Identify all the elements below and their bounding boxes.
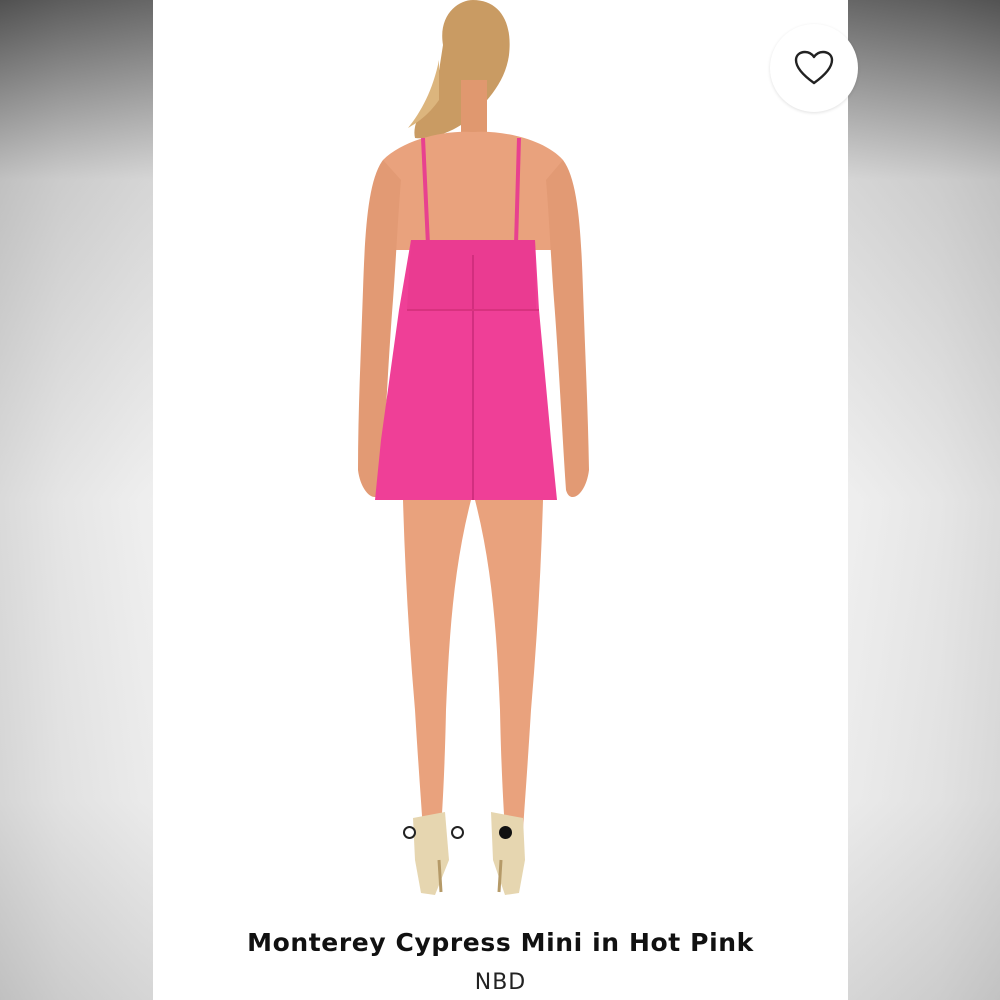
carousel-dot-2[interactable] (451, 826, 464, 839)
product-photo[interactable] (153, 0, 858, 915)
product-brand[interactable]: NBD (153, 970, 848, 995)
product-card: Monterey Cypress Mini in Hot Pink NBD (153, 0, 858, 1000)
favorite-button[interactable] (770, 24, 858, 112)
carousel-dot-1[interactable] (403, 826, 416, 839)
screenshot-frame: Monterey Cypress Mini in Hot Pink NBD (0, 0, 1000, 1000)
heart-outline-icon (794, 50, 834, 85)
carousel-dots (403, 826, 512, 839)
carousel-dot-3-active[interactable] (499, 826, 512, 839)
background-blur-right (847, 0, 1000, 1000)
background-blur-left (0, 0, 153, 1000)
model-illustration (358, 0, 589, 895)
product-title[interactable]: Monterey Cypress Mini in Hot Pink (153, 928, 848, 957)
